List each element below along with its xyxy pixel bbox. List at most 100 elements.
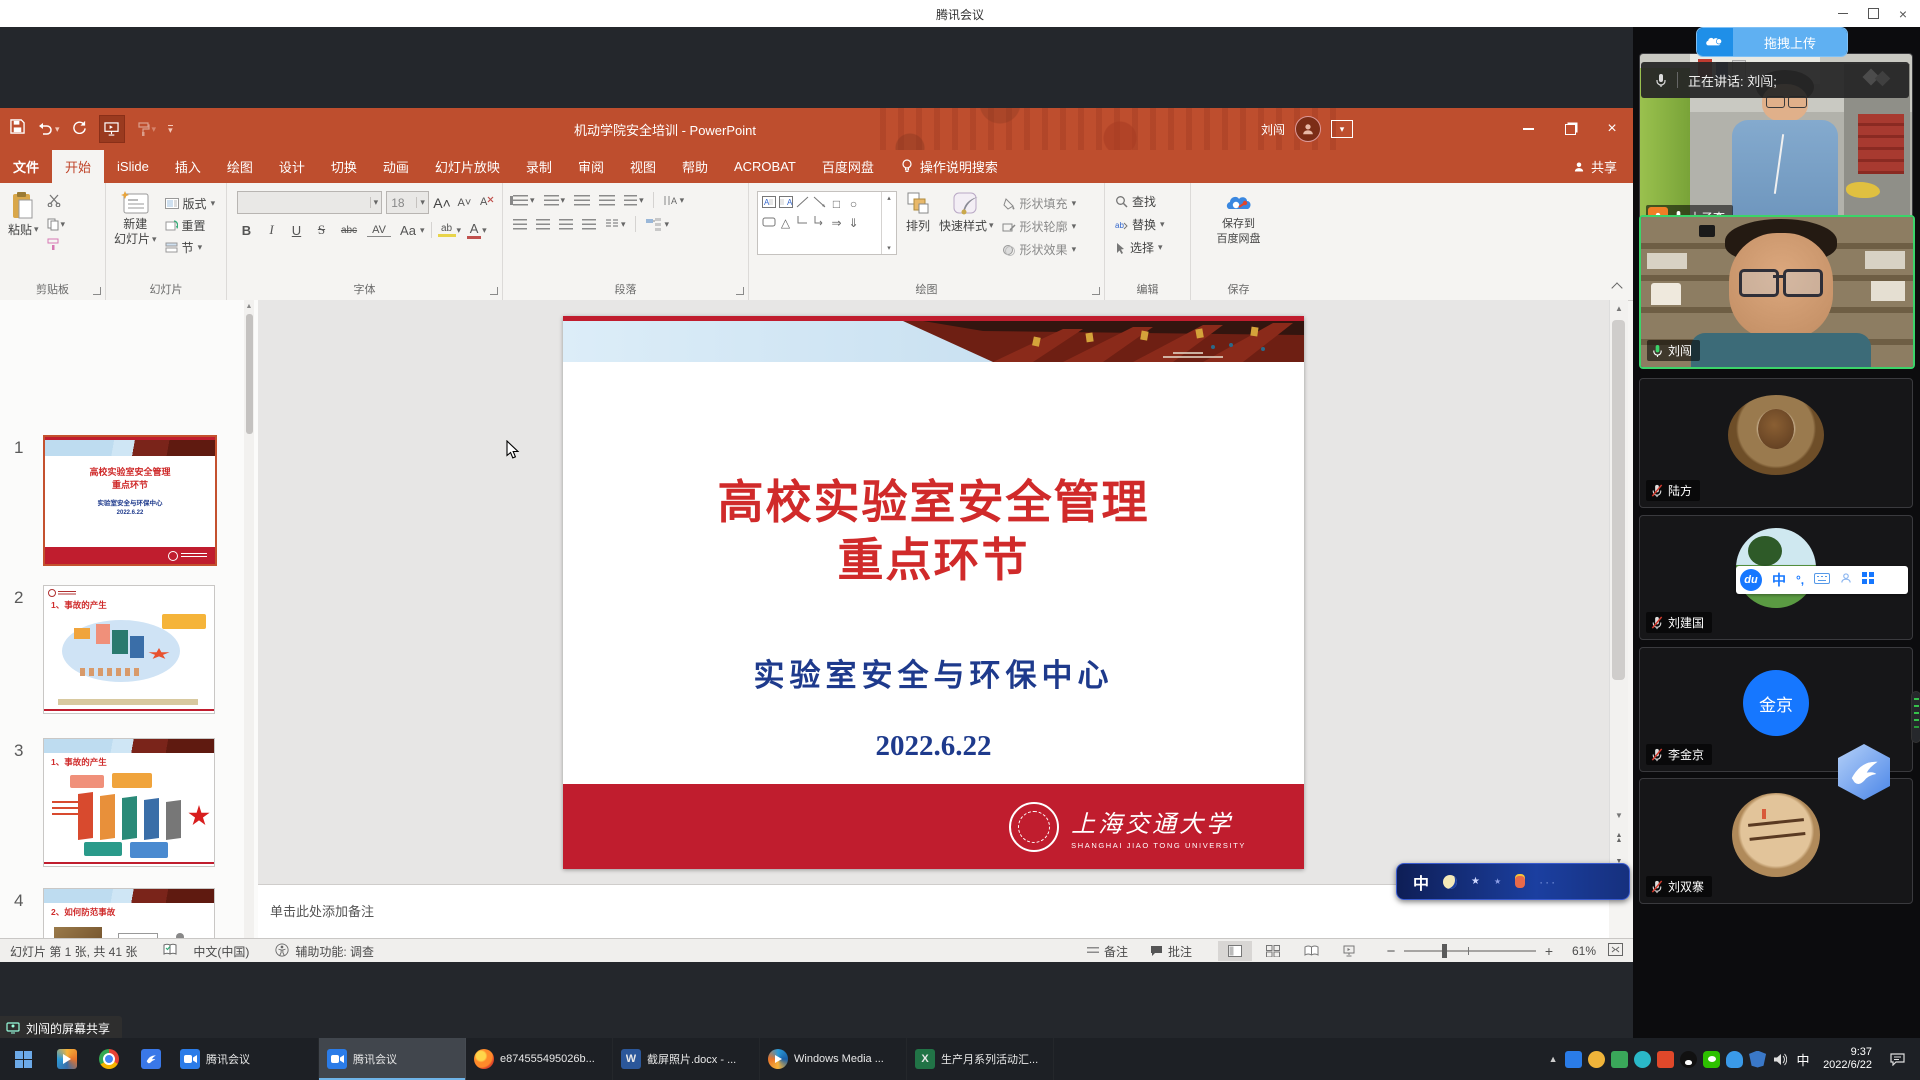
fit-to-window-icon[interactable] — [1608, 943, 1623, 959]
zoom-percent[interactable]: 61% — [1558, 944, 1596, 958]
strikethrough-icon[interactable]: S — [312, 222, 331, 238]
shapes-gallery[interactable]: A A □ ○ △ ⇒ ⇓ — [757, 191, 897, 255]
tray-icon-qq[interactable] — [1680, 1051, 1697, 1068]
zoom-out-icon[interactable]: − — [1382, 943, 1400, 960]
ribbon-display-options-icon[interactable]: ▾ — [1331, 120, 1353, 138]
start-slideshow-icon[interactable] — [99, 115, 125, 143]
font-size-combo[interactable]: 18▾ — [386, 191, 429, 214]
ppt-close-icon[interactable]: × — [1591, 108, 1633, 150]
align-right-icon[interactable] — [559, 219, 573, 230]
bold-icon[interactable]: B — [237, 223, 256, 238]
ime-grid-icon[interactable] — [1862, 571, 1874, 589]
tray-icon-cloud[interactable] — [1726, 1051, 1743, 1068]
slide-scrollbar[interactable]: ▲ ▼ ▲▲ ▼▼ — [1609, 300, 1628, 884]
clear-formatting-icon[interactable]: A — [478, 194, 496, 211]
ime-keyboard-icon[interactable] — [1814, 571, 1830, 589]
highlight-color-icon[interactable]: ab▾ — [438, 223, 462, 237]
clipboard-dialog-launcher[interactable] — [93, 287, 101, 295]
slide-sorter-view-button[interactable] — [1256, 941, 1290, 961]
notes-toggle[interactable]: 备注 — [1087, 943, 1128, 960]
share-button[interactable]: 共享 — [1573, 150, 1617, 183]
ime-punctuation-icon[interactable]: °, — [1796, 573, 1804, 587]
spellcheck-icon[interactable] — [163, 943, 177, 959]
slide-subtitle[interactable]: 实验室安全与环保中心 — [563, 650, 1304, 695]
smartart-convert-icon[interactable]: ▾ — [645, 217, 670, 231]
language-indicator[interactable]: 中文(中国) — [193, 943, 249, 960]
tab-record[interactable]: 录制 — [513, 150, 565, 183]
tray-icon-yellow[interactable] — [1588, 1051, 1605, 1068]
tray-expand-icon[interactable]: ▲ — [1544, 1054, 1562, 1064]
qat-customize-icon[interactable]: ▾ — [168, 125, 173, 134]
decrease-indent-icon[interactable] — [574, 195, 590, 206]
browser-app-icon[interactable] — [88, 1038, 130, 1080]
minimize-icon[interactable] — [1828, 0, 1858, 27]
italic-icon[interactable]: I — [262, 222, 281, 238]
tab-review[interactable]: 审阅 — [565, 150, 617, 183]
participant-tile[interactable]: du 中 °, 刘建国 — [1639, 515, 1913, 640]
font-dialog-launcher[interactable] — [490, 287, 498, 295]
scroll-up-icon[interactable]: ▲ — [1610, 300, 1628, 316]
text-shadow-icon[interactable]: abc — [337, 225, 361, 236]
tab-home[interactable]: 开始 — [52, 150, 104, 183]
ime-toolbar-night[interactable]: 中 ★ ★ ··· — [1396, 863, 1630, 900]
align-center-icon[interactable] — [536, 219, 550, 230]
tray-icon-green[interactable] — [1611, 1051, 1628, 1068]
format-painter-icon[interactable]: ▾ — [137, 122, 157, 136]
ppt-minimize-icon[interactable] — [1507, 108, 1549, 150]
user-name[interactable]: 刘闯 — [1261, 121, 1285, 138]
tab-transitions[interactable]: 切换 — [318, 150, 370, 183]
thumbnail-scrollbar[interactable]: ▲ — [244, 300, 254, 938]
tab-design[interactable]: 设计 — [266, 150, 318, 183]
shapes-more-icon[interactable]: ▾ — [887, 244, 891, 252]
find-button[interactable]: 查找 — [1115, 191, 1190, 212]
shape-effects-button[interactable]: 形状效果▾ — [1002, 239, 1077, 260]
shape-fill-button[interactable]: 形状填充▾ — [1002, 193, 1077, 214]
section-button[interactable]: 节▾ — [165, 237, 216, 258]
thumb-scroll-up-icon[interactable]: ▲ — [244, 300, 254, 312]
close-icon[interactable]: × — [1888, 0, 1918, 27]
accessibility-icon[interactable] — [275, 943, 289, 960]
tray-icon-wechat[interactable] — [1703, 1051, 1720, 1068]
scroll-down-icon[interactable]: ▼ — [1610, 808, 1628, 822]
slideshow-view-button[interactable] — [1332, 941, 1366, 961]
replace-button[interactable]: ab替换▾ — [1115, 214, 1190, 235]
tray-icon-red[interactable] — [1657, 1051, 1674, 1068]
justify-icon[interactable] — [582, 219, 596, 230]
character-spacing-icon[interactable]: AV — [367, 224, 391, 237]
slide-thumbnail-4[interactable]: 2、如何防范事故 SOP — [43, 888, 215, 938]
slide-date[interactable]: 2022.6.22 — [563, 730, 1304, 763]
taskbar-button-word[interactable]: W 截屏照片.docx - ... — [613, 1038, 760, 1080]
ppt-restore-icon[interactable] — [1549, 108, 1591, 150]
numbering-icon[interactable]: ▾ — [544, 195, 566, 206]
tab-animations[interactable]: 动画 — [370, 150, 422, 183]
tray-icon-blue[interactable] — [1565, 1051, 1582, 1068]
tab-insert[interactable]: 插入 — [162, 150, 214, 183]
tell-me-search[interactable]: 操作说明搜索 — [901, 157, 998, 176]
reset-button[interactable]: 重置 — [165, 215, 216, 236]
slide-counter[interactable]: 幻灯片 第 1 张, 共 41 张 — [10, 943, 137, 960]
paste-button[interactable]: 粘贴▾ — [8, 191, 39, 238]
text-direction-icon[interactable]: A▾ — [663, 194, 685, 207]
zoom-in-icon[interactable]: + — [1540, 943, 1558, 959]
slide-title-line2[interactable]: 重点环节 — [563, 524, 1304, 590]
participant-tile[interactable]: 陆方 — [1639, 378, 1913, 508]
normal-view-button[interactable] — [1218, 941, 1252, 961]
save-icon[interactable] — [10, 119, 25, 139]
grow-font-icon[interactable]: A˄ — [433, 195, 451, 211]
redo-icon[interactable] — [72, 119, 87, 139]
taskbar-button-meeting-2-active[interactable]: 腾讯会议 — [319, 1038, 466, 1080]
accessibility-status[interactable]: 辅助功能: 调查 — [295, 943, 374, 960]
taskbar-clock[interactable]: 9:37 2022/6/22 — [1815, 1046, 1880, 1072]
quick-styles-button[interactable]: 快速样式▾ — [939, 191, 994, 234]
previous-slide-icon[interactable]: ▲▲ — [1610, 828, 1628, 848]
start-button[interactable] — [0, 1038, 46, 1080]
ime-more-dots[interactable]: ··· — [1539, 875, 1557, 889]
taskbar-button-firefox[interactable]: e874555495026b... — [466, 1038, 613, 1080]
taskbar-button-meeting-1[interactable]: 腾讯会议 — [172, 1038, 319, 1080]
slide-thumbnail-1[interactable]: 高校实验室安全管理 重点环节 实验室安全与环保中心 2022.6.22 — [43, 435, 217, 566]
shape-outline-button[interactable]: 形状轮廓▾ — [1002, 216, 1077, 237]
tab-acrobat[interactable]: ACROBAT — [721, 150, 809, 183]
xunlei-app-icon[interactable] — [130, 1038, 172, 1080]
tab-islide[interactable]: iSlide — [104, 150, 162, 183]
undo-icon[interactable]: ▾ — [37, 122, 60, 136]
